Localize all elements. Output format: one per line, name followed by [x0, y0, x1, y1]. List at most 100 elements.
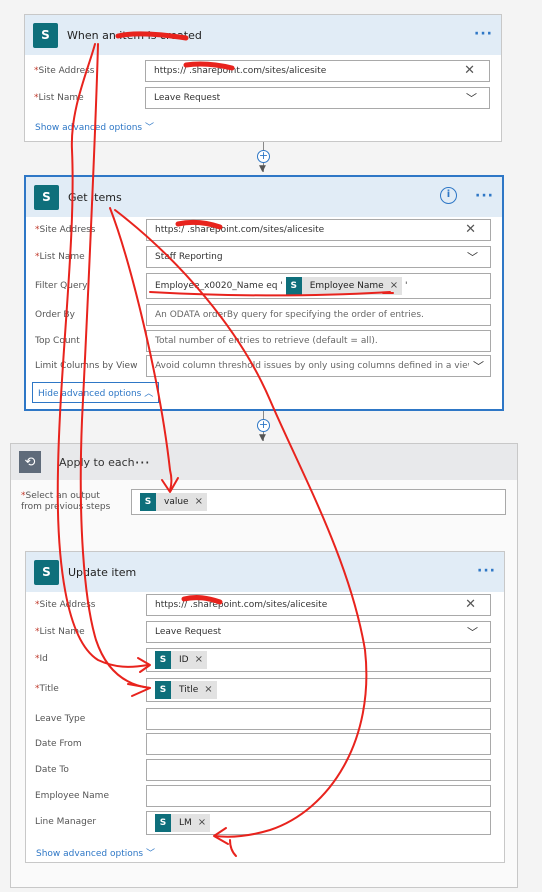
date-to-label: Date To [35, 765, 69, 775]
date-from-input[interactable] [146, 733, 491, 755]
show-advanced-options-link[interactable]: Show advanced options ﹀ [35, 120, 154, 133]
remove-token-icon[interactable]: × [195, 650, 203, 670]
list-name-label: *List Name [34, 93, 84, 103]
id-row: *Id S ID × [26, 648, 504, 672]
date-from-row: Date From [26, 733, 504, 755]
site-address-label: *Site Address [34, 66, 95, 76]
insert-step-plus-icon[interactable]: + [257, 419, 270, 432]
chevron-down-icon[interactable]: ﹀ [467, 623, 478, 642]
list-name-dropdown[interactable]: Leave Request ﹀ [145, 87, 490, 109]
select-output-row: *Select an output from previous steps S … [11, 489, 517, 515]
line-manager-row: Line Manager S LM × [26, 811, 504, 835]
loop-icon: ⟲ [19, 451, 41, 473]
order-by-label: Order By [35, 310, 75, 320]
top-count-label: Top Count [35, 336, 80, 346]
get-items-card-header[interactable]: S Get items i ··· [26, 177, 502, 217]
filter-query-row: Filter Query Employee_x0020_Name eq ' S … [26, 273, 502, 299]
filter-query-field[interactable]: Employee_x0020_Name eq ' S Employee Name… [146, 273, 491, 299]
more-options-icon[interactable]: ··· [135, 453, 150, 472]
chevron-down-icon[interactable]: ﹀ [467, 248, 478, 267]
list-name-dropdown[interactable]: Leave Request ﹀ [146, 621, 491, 643]
top-count-row: Top Count Total number of entries to ret… [26, 330, 502, 352]
arrow-down-icon: ▼ [259, 164, 266, 174]
apply-to-each-card: ⟲ Apply to each ··· *Select an output fr… [10, 443, 518, 888]
list-name-row: *List Name Leave Request ﹀ [26, 621, 504, 643]
date-from-label: Date From [35, 739, 82, 749]
employee-name-label: Employee Name [35, 791, 109, 801]
leave-type-input[interactable] [146, 708, 491, 730]
clear-icon[interactable]: ✕ [465, 220, 476, 240]
sharepoint-icon: S [155, 814, 171, 832]
limit-columns-dropdown[interactable]: Avoid column threshold issues by only us… [146, 355, 491, 377]
select-output-field[interactable]: S value × [131, 489, 506, 515]
value-token[interactable]: S value × [140, 493, 207, 511]
title-row: *Title S Title × [26, 678, 504, 702]
sharepoint-icon: S [155, 681, 171, 699]
limit-columns-row: Limit Columns by View Avoid column thres… [26, 355, 502, 377]
trigger-card-title: When an item is created [67, 28, 202, 42]
line-manager-field[interactable]: S LM × [146, 811, 491, 835]
employee-name-input[interactable] [146, 785, 491, 807]
date-to-input[interactable] [146, 759, 491, 781]
top-count-input[interactable]: Total number of entries to retrieve (def… [146, 330, 491, 352]
title-token[interactable]: S Title × [155, 681, 217, 699]
line-manager-label: Line Manager [35, 817, 97, 827]
more-options-icon[interactable]: ··· [477, 563, 496, 579]
get-items-card-title: Get items [68, 190, 122, 204]
filter-query-label: Filter Query [35, 281, 88, 291]
site-address-field[interactable]: https:/ .sharepoint.com/sites/alicesite … [146, 219, 491, 241]
site-address-label: *Site Address [35, 600, 96, 610]
leave-type-row: Leave Type [26, 708, 504, 730]
site-address-row: *Site Address https:/ .sharepoint.com/si… [26, 219, 502, 241]
order-by-input[interactable]: An ODATA orderBy query for specifying th… [146, 304, 491, 326]
id-label: *Id [35, 654, 48, 664]
date-to-row: Date To [26, 759, 504, 781]
order-by-row: Order By An ODATA orderBy query for spec… [26, 304, 502, 326]
insert-step-plus-icon[interactable]: + [257, 150, 270, 163]
lm-token[interactable]: S LM × [155, 813, 211, 833]
clear-icon[interactable]: ✕ [465, 595, 476, 615]
trigger-card: S When an item is created ··· *Site Addr… [24, 14, 502, 142]
get-items-card: S Get items i ··· *Site Address https:/ … [24, 175, 504, 411]
info-icon[interactable]: i [440, 187, 457, 204]
list-name-label: *List Name [35, 627, 85, 637]
employee-name-row: Employee Name [26, 785, 504, 807]
id-field[interactable]: S ID × [146, 648, 491, 672]
more-options-icon[interactable]: ··· [474, 26, 493, 42]
select-output-label: *Select an output from previous steps [21, 491, 111, 512]
id-token[interactable]: S ID × [155, 651, 207, 669]
apply-to-each-title: Apply to each [59, 455, 135, 469]
show-advanced-options-link[interactable]: Show advanced options ﹀ [36, 846, 155, 859]
remove-token-icon[interactable]: × [198, 813, 206, 833]
list-name-row: *List Name Staff Reporting ﹀ [26, 246, 502, 268]
list-name-dropdown[interactable]: Staff Reporting ﹀ [146, 246, 491, 268]
update-item-card-header[interactable]: S Update item ··· [26, 552, 504, 592]
title-field[interactable]: S Title × [146, 678, 491, 702]
remove-token-icon[interactable]: × [204, 680, 212, 700]
update-item-card: S Update item ··· *Site Address https://… [25, 551, 505, 863]
site-address-field[interactable]: https:// .sharepoint.com/sites/alicesite… [146, 594, 491, 616]
trigger-card-header[interactable]: S When an item is created ··· [25, 15, 501, 55]
update-item-card-title: Update item [68, 565, 137, 579]
site-address-field[interactable]: https:// .sharepoint.com/sites/alicesite… [145, 60, 490, 82]
employee-name-token[interactable]: S Employee Name × [285, 274, 403, 298]
remove-token-icon[interactable]: × [390, 274, 398, 298]
title-label: *Title [35, 684, 59, 694]
site-address-label: *Site Address [35, 225, 96, 235]
apply-to-each-header[interactable]: ⟲ Apply to each ··· [11, 444, 517, 480]
sharepoint-icon: S [33, 22, 58, 48]
sharepoint-icon: S [34, 559, 59, 585]
chevron-down-icon[interactable]: ﹀ [469, 357, 484, 376]
more-options-icon[interactable]: ··· [475, 188, 494, 204]
chevron-down-icon[interactable]: ﹀ [466, 89, 477, 108]
site-address-row: *Site Address https:// .sharepoint.com/s… [25, 60, 501, 82]
leave-type-label: Leave Type [35, 714, 86, 724]
sharepoint-icon: S [155, 651, 171, 669]
list-name-label: *List Name [35, 252, 85, 262]
remove-token-icon[interactable]: × [195, 492, 203, 512]
hide-advanced-options-link[interactable]: Hide advanced options ︿ [32, 382, 160, 403]
site-address-row: *Site Address https:// .sharepoint.com/s… [26, 594, 504, 616]
clear-icon[interactable]: ✕ [464, 61, 475, 81]
sharepoint-icon: S [140, 493, 156, 511]
arrow-down-icon: ▼ [259, 433, 266, 443]
